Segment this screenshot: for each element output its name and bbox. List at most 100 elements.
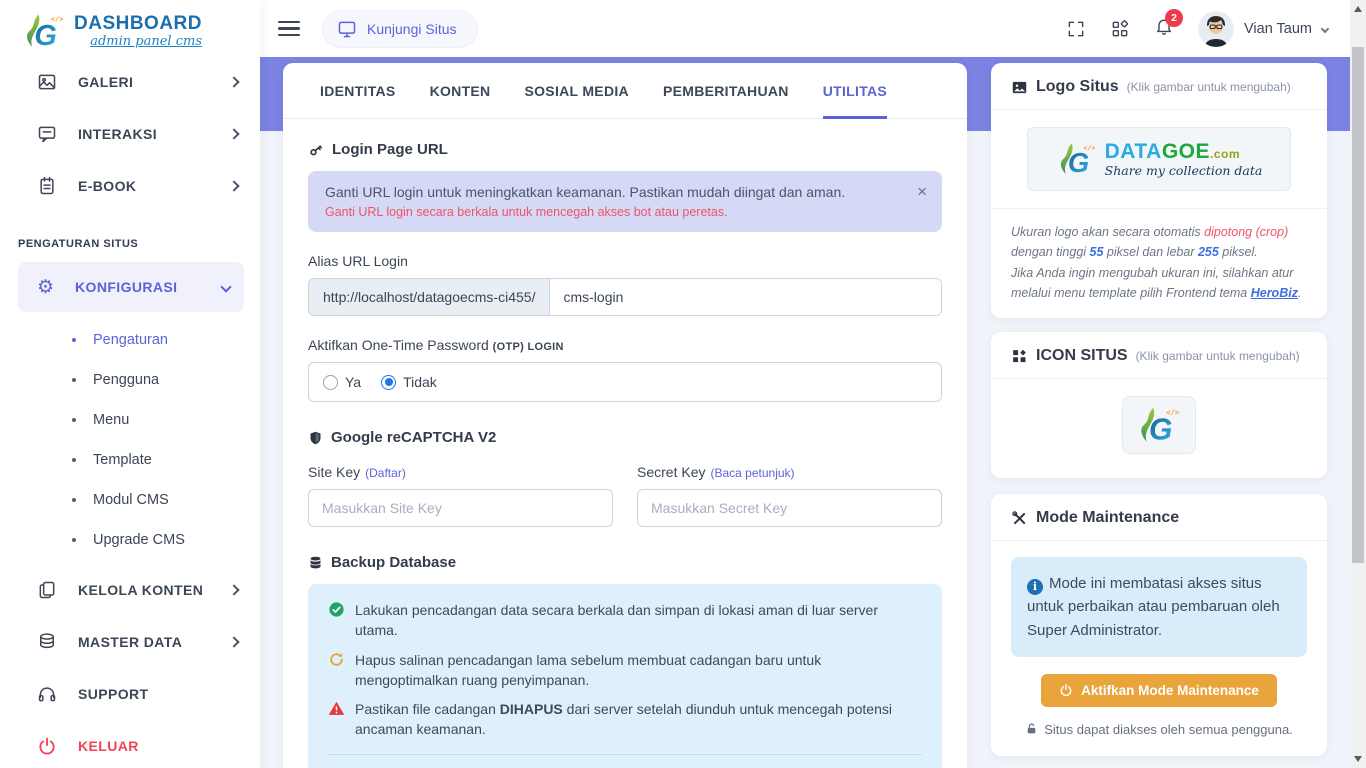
- sidebar-item-kelola-konten[interactable]: KELOLA KONTEN: [0, 564, 260, 616]
- sidebar-item-label: SUPPORT: [78, 686, 238, 702]
- recaptcha-heading: Google reCAPTCHA V2: [308, 429, 942, 446]
- sidebar: G </> DASHBOARD admin panel cms GALERI I…: [0, 0, 260, 768]
- secret-key-label: Secret Key (Baca petunjuk): [637, 464, 942, 480]
- submenu-label: Pengguna: [93, 372, 159, 388]
- bullet-icon: [72, 338, 76, 342]
- content-area: IDENTITAS KONTEN SOSIAL MEDIA PEMBERITAH…: [260, 57, 1350, 768]
- alias-url-input[interactable]: [550, 279, 941, 315]
- site-logo-image[interactable]: G </> DATAGOE.com Share my collection da…: [1027, 127, 1291, 191]
- apps-grid-icon[interactable]: [1110, 19, 1130, 39]
- tab-konten[interactable]: KONTEN: [430, 63, 491, 119]
- divider: [991, 109, 1327, 110]
- brand-title: DASHBOARD: [74, 14, 202, 33]
- login-url-alert: Ganti URL login untuk meningkatkan keama…: [308, 171, 942, 232]
- sidebar-item-label: KELUAR: [78, 738, 238, 754]
- sidebar-item-label: E-BOOK: [78, 178, 230, 194]
- site-key-input[interactable]: [308, 489, 613, 527]
- maintenance-info: iMode ini membatasi akses situs untuk pe…: [1011, 557, 1307, 657]
- chevron-right-icon: [228, 76, 239, 87]
- otp-label: Aktifkan One-Time Password (OTP) LOGIN: [308, 337, 942, 353]
- tab-identitas[interactable]: IDENTITAS: [320, 63, 396, 119]
- bullet-icon: [72, 378, 76, 382]
- backup-tip-2: Hapus salinan pencadangan lama sebelum m…: [328, 650, 922, 691]
- sidebar-item-interaksi[interactable]: INTERAKSI: [0, 108, 260, 160]
- close-icon[interactable]: ×: [917, 182, 927, 202]
- site-logo-tagline: Share my collection data: [1105, 165, 1263, 178]
- page-scrollbar[interactable]: [1350, 0, 1366, 768]
- sidebar-item-master-data[interactable]: MASTER DATA: [0, 616, 260, 668]
- otp-radio-ya[interactable]: Ya: [323, 374, 361, 390]
- pages-icon: [37, 580, 57, 600]
- fullscreen-icon[interactable]: [1066, 19, 1086, 39]
- activate-maintenance-button[interactable]: Aktifkan Mode Maintenance: [1041, 674, 1277, 707]
- scroll-down-icon[interactable]: [1354, 756, 1362, 762]
- database-icon: [37, 632, 57, 652]
- bullet-icon: [72, 458, 76, 462]
- image-icon: [37, 72, 57, 92]
- settings-card: IDENTITAS KONTEN SOSIAL MEDIA PEMBERITAH…: [283, 63, 967, 768]
- warning-icon: [328, 700, 345, 717]
- sidebar-item-support[interactable]: SUPPORT: [0, 668, 260, 720]
- chat-icon: [37, 124, 57, 144]
- submenu-label: Template: [93, 452, 152, 468]
- submenu-label: Pengaturan: [93, 332, 168, 348]
- tab-sosial-media[interactable]: SOSIAL MEDIA: [524, 63, 628, 119]
- refresh-icon: [328, 651, 345, 668]
- tab-pemberitahuan[interactable]: PEMBERITAHUAN: [663, 63, 789, 119]
- app-logo[interactable]: G </> DASHBOARD admin panel cms: [0, 0, 260, 56]
- notification-badge: 2: [1165, 9, 1183, 27]
- notifications-button[interactable]: 2: [1154, 16, 1174, 41]
- notebook-icon: [37, 176, 57, 196]
- dg-logo-icon: G </>: [1056, 142, 1098, 176]
- herobiz-link[interactable]: HeroBiz: [1251, 286, 1298, 300]
- login-page-url-heading: Login Page URL: [308, 141, 942, 158]
- sidebar-item-galeri[interactable]: GALERI: [0, 56, 260, 108]
- tab-utilitas[interactable]: UTILITAS: [823, 63, 887, 119]
- secret-key-guide-link[interactable]: (Baca petunjuk): [710, 466, 794, 480]
- user-menu[interactable]: Vian Taum: [1198, 11, 1328, 47]
- sidebar-item-ebook[interactable]: E-BOOK: [0, 160, 260, 212]
- maintenance-card: Mode Maintenance iMode ini membatasi aks…: [991, 494, 1327, 756]
- sidebar-item-label: GALERI: [78, 74, 230, 90]
- visit-site-button[interactable]: Kunjungi Situs: [322, 10, 478, 48]
- bullet-icon: [72, 538, 76, 542]
- submenu-item-pengaturan[interactable]: Pengaturan: [0, 320, 260, 360]
- alias-url-prefix: http://localhost/datagoecms-ci455/: [309, 279, 550, 315]
- sidebar-item-label: KELOLA KONTEN: [78, 582, 230, 598]
- monitor-icon: [337, 19, 357, 39]
- scroll-up-icon[interactable]: [1354, 6, 1362, 12]
- divider: [991, 378, 1327, 379]
- sidebar-item-keluar[interactable]: KELUAR: [0, 720, 260, 768]
- bullet-icon: [72, 498, 76, 502]
- avatar: [1198, 11, 1234, 47]
- otp-options: Ya Tidak: [308, 362, 942, 402]
- icon-situs-title: ICON SITUS (Klik gambar untuk mengubah): [991, 332, 1327, 378]
- submenu-item-upgrade-cms[interactable]: Upgrade CMS: [0, 520, 260, 560]
- submenu-item-template[interactable]: Template: [0, 440, 260, 480]
- otp-radio-tidak[interactable]: Tidak: [381, 374, 437, 390]
- site-icon-image[interactable]: G </>: [1122, 396, 1196, 454]
- gear-icon: ⚙: [37, 278, 54, 297]
- submenu-item-modul-cms[interactable]: Modul CMS: [0, 480, 260, 520]
- backup-info-box: Lakukan pencadangan data secara berkala …: [308, 584, 942, 768]
- svg-text:</>: </>: [1083, 145, 1095, 152]
- brand-tagline: admin panel cms: [90, 35, 202, 48]
- site-key-register-link[interactable]: (Daftar): [365, 466, 406, 480]
- key-icon: [308, 142, 324, 158]
- image-icon: [1011, 79, 1028, 96]
- backup-tip-1: Lakukan pencadangan data secara berkala …: [328, 600, 922, 641]
- sidebar-item-konfigurasi[interactable]: ⚙ KONFIGURASI: [18, 262, 244, 312]
- alert-text: Ganti URL login untuk meningkatkan keama…: [325, 184, 902, 200]
- logo-situs-card: Logo Situs (Klik gambar untuk mengubah) …: [991, 63, 1327, 318]
- icons-grid-icon: [1011, 348, 1028, 365]
- submenu-label: Menu: [93, 412, 129, 428]
- menu-toggle-icon[interactable]: [278, 17, 300, 41]
- submenu-item-menu[interactable]: Menu: [0, 400, 260, 440]
- site-logo-wordmark: DATAGOE.com: [1105, 141, 1263, 162]
- maintenance-title: Mode Maintenance: [991, 494, 1327, 540]
- secret-key-input[interactable]: [637, 489, 942, 527]
- power-icon: [1059, 683, 1073, 697]
- submenu-item-pengguna[interactable]: Pengguna: [0, 360, 260, 400]
- info-icon: i: [1027, 579, 1043, 595]
- scrollbar-thumb[interactable]: [1352, 47, 1364, 563]
